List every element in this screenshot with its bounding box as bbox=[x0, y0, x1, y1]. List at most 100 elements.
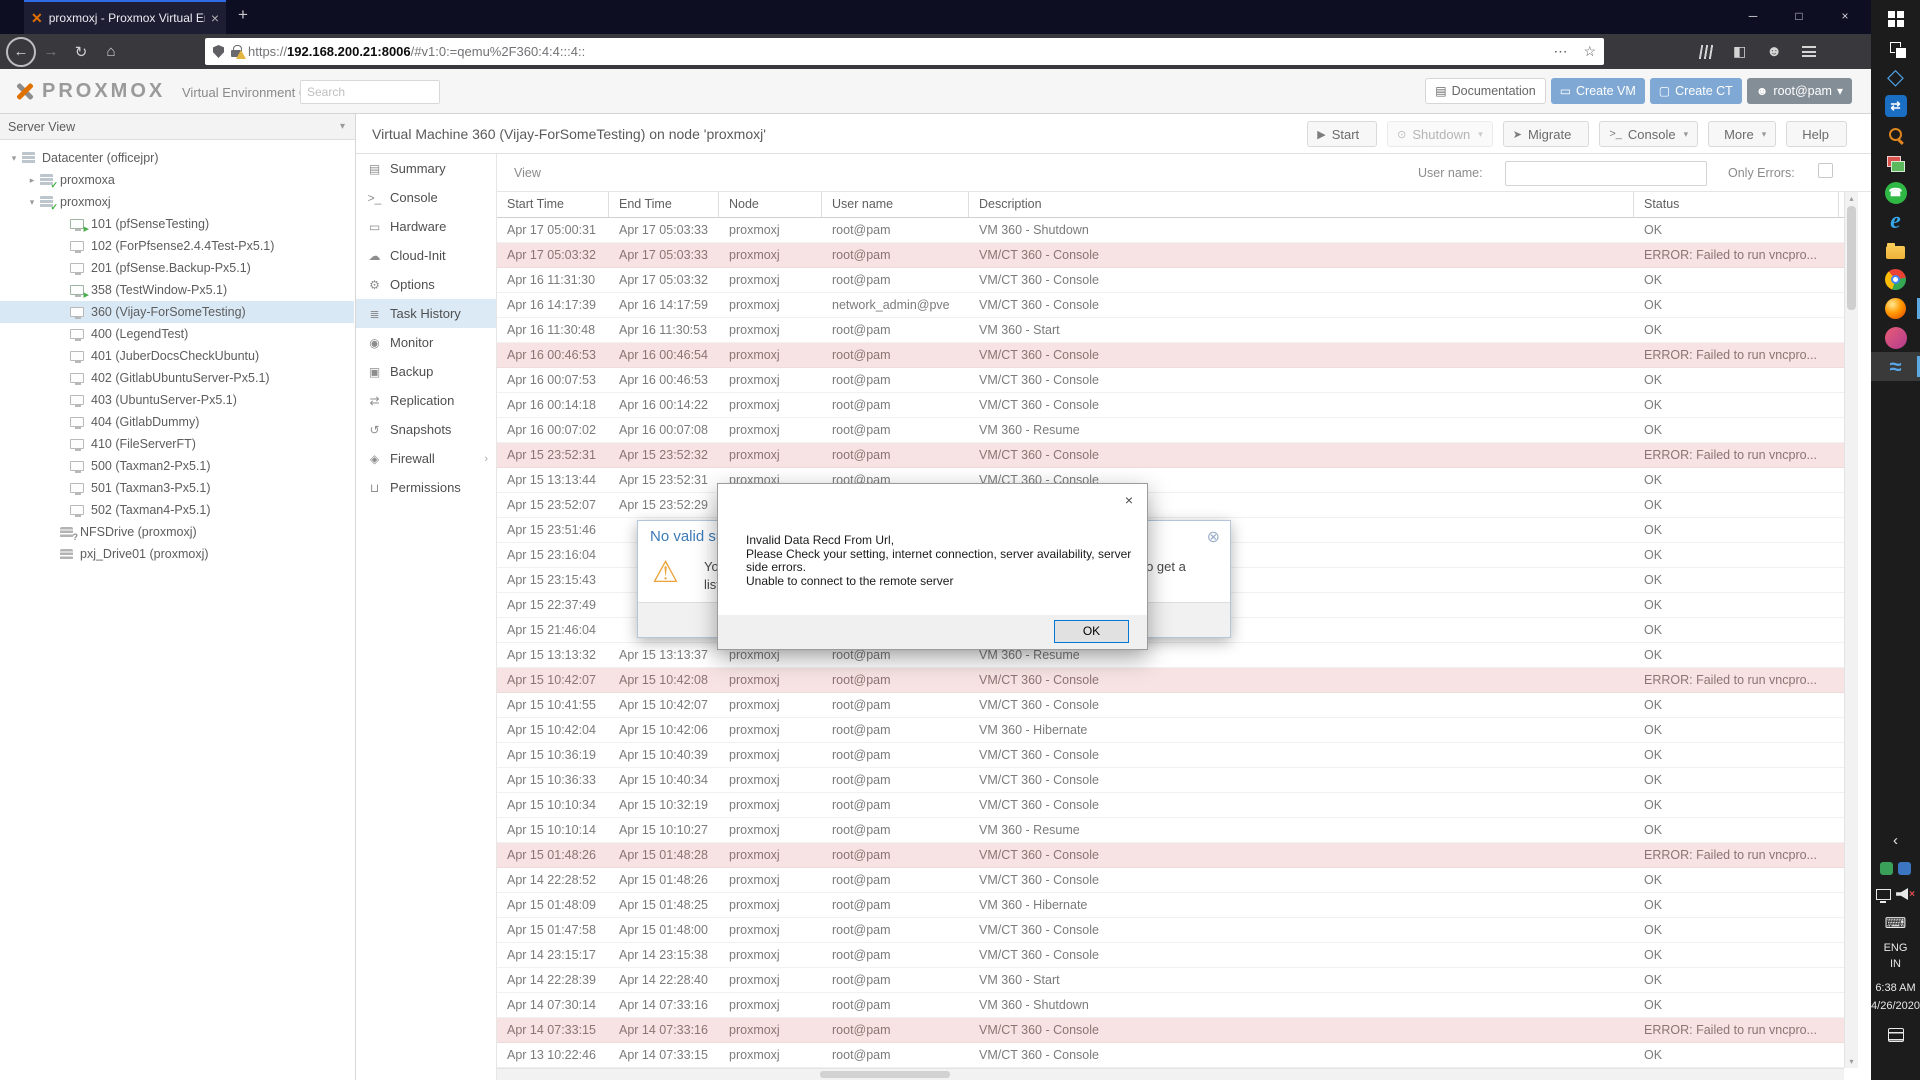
tree-expander-icon[interactable]: ▾ bbox=[26, 197, 38, 208]
column-header[interactable]: End Time bbox=[609, 192, 719, 217]
back-button[interactable]: ← bbox=[6, 36, 36, 67]
tree-item[interactable]: 403 (UbuntuServer-Px5.1) bbox=[0, 389, 354, 411]
nav-item[interactable]: ⊔ Permissions bbox=[356, 473, 496, 502]
tray-expand-icon[interactable]: ‹ bbox=[1871, 832, 1920, 849]
scrollbar-thumb[interactable] bbox=[1847, 206, 1856, 310]
language-indicator[interactable]: ENG bbox=[1871, 942, 1920, 954]
tree-item[interactable]: 360 (Vijay-ForSomeTesting) bbox=[0, 301, 354, 323]
table-row[interactable]: Apr 14 07:33:15 Apr 14 07:33:16 proxmoxj… bbox=[497, 1018, 1844, 1043]
remote-desktop-icon[interactable] bbox=[1871, 149, 1920, 178]
scrollbar-thumb[interactable] bbox=[820, 1071, 950, 1078]
edge-icon[interactable]: e bbox=[1871, 207, 1920, 236]
create-vm-button[interactable]: ▭ Create VM bbox=[1550, 78, 1645, 104]
table-row[interactable]: Apr 15 10:10:14 Apr 15 10:10:27 proxmoxj… bbox=[497, 818, 1844, 843]
volume-muted-icon[interactable] bbox=[1896, 888, 1909, 900]
clock-date[interactable]: 4/26/2020 bbox=[1871, 1000, 1920, 1012]
scroll-down-icon[interactable]: ▾ bbox=[1845, 1057, 1858, 1066]
scroll-up-icon[interactable]: ▴ bbox=[1845, 194, 1858, 203]
nav-item[interactable]: ▤ Summary bbox=[356, 154, 496, 183]
insecure-lock-icon[interactable] bbox=[231, 45, 246, 59]
table-row[interactable]: Apr 14 22:28:52 Apr 15 01:48:26 proxmoxj… bbox=[497, 868, 1844, 893]
vm-action-button[interactable]: ▶ Start bbox=[1307, 121, 1378, 147]
table-row[interactable]: Apr 14 07:30:14 Apr 14 07:33:16 proxmoxj… bbox=[497, 993, 1844, 1018]
whatsapp-icon[interactable]: ☎ bbox=[1871, 178, 1920, 207]
column-header[interactable]: Start Time bbox=[497, 192, 609, 217]
vm-action-button[interactable]: >_ Console ▾ bbox=[1599, 121, 1699, 147]
tree-item[interactable]: 501 (Taxman3-Px5.1) bbox=[0, 477, 354, 499]
url-input[interactable]: https://192.168.200.21:8006/#v1:0:=qemu%… bbox=[205, 38, 1604, 65]
table-row[interactable]: Apr 15 10:10:34 Apr 15 10:32:19 proxmoxj… bbox=[497, 793, 1844, 818]
table-row[interactable]: Apr 15 13:13:44 Apr 15 23:52:31 proxmoxj… bbox=[497, 468, 1844, 493]
search-input[interactable] bbox=[300, 80, 440, 104]
tree-item[interactable]: 404 (GitlabDummy) bbox=[0, 411, 354, 433]
horizontal-scrollbar[interactable] bbox=[497, 1068, 1844, 1080]
tree-item[interactable]: pxj_Drive01 (proxmoxj) bbox=[0, 543, 354, 565]
close-button[interactable]: × bbox=[1822, 0, 1868, 34]
table-row[interactable]: Apr 15 01:47:58 Apr 15 01:48:00 proxmoxj… bbox=[497, 918, 1844, 943]
table-row[interactable]: Apr 15 10:36:19 Apr 15 10:40:39 proxmoxj… bbox=[497, 743, 1844, 768]
chrome-icon[interactable] bbox=[1871, 265, 1920, 294]
table-row[interactable]: Apr 13 10:22:46 Apr 14 07:33:15 proxmoxj… bbox=[497, 1043, 1844, 1068]
server-view-selector[interactable]: Server View ▾ bbox=[0, 114, 355, 140]
nav-item[interactable]: ▣ Backup bbox=[356, 357, 496, 386]
create-ct-button[interactable]: ▢ Create CT bbox=[1649, 78, 1742, 104]
tracking-shield-icon[interactable] bbox=[213, 45, 224, 58]
nav-item[interactable]: >_ Console bbox=[356, 183, 496, 212]
table-row[interactable]: Apr 16 00:14:18 Apr 16 00:14:22 proxmoxj… bbox=[497, 393, 1844, 418]
tray-app-icon[interactable] bbox=[1880, 862, 1893, 875]
forward-button[interactable]: → bbox=[36, 43, 66, 60]
network-icon[interactable] bbox=[1876, 888, 1892, 903]
table-row[interactable]: Apr 15 10:36:33 Apr 15 10:40:34 proxmoxj… bbox=[497, 768, 1844, 793]
vm-action-button[interactable]: ⊙ Shutdown ▾ bbox=[1387, 121, 1493, 147]
nav-item[interactable]: ☁ Cloud-Init bbox=[356, 241, 496, 270]
page-actions-icon[interactable]: ⋯ bbox=[1553, 43, 1567, 60]
table-row[interactable]: Apr 15 13:13:32 Apr 15 13:13:37 proxmoxj… bbox=[497, 643, 1844, 668]
vm-action-button[interactable]: ➤ Migrate bbox=[1502, 121, 1590, 147]
table-row[interactable]: Apr 17 05:03:32 Apr 17 05:03:33 proxmoxj… bbox=[497, 243, 1844, 268]
column-header[interactable]: Node bbox=[719, 192, 822, 217]
table-row[interactable]: Apr 15 10:41:55 Apr 15 10:42:07 proxmoxj… bbox=[497, 693, 1844, 718]
column-header[interactable]: Description bbox=[969, 192, 1634, 217]
tree-item[interactable]: ▾ proxmoxj bbox=[0, 191, 354, 213]
tree-item[interactable]: 400 (LegendTest) bbox=[0, 323, 354, 345]
vnc-viewer-icon[interactable]: ≈ bbox=[1871, 352, 1920, 381]
table-row[interactable]: Apr 17 05:00:31 Apr 17 05:03:33 proxmoxj… bbox=[497, 218, 1844, 243]
tree-item[interactable]: ▾ Datacenter (officejpr) bbox=[0, 147, 354, 169]
vm-action-button[interactable]: More ▾ bbox=[1708, 121, 1777, 147]
table-row[interactable]: Apr 16 00:46:53 Apr 16 00:46:54 proxmoxj… bbox=[497, 343, 1844, 368]
tree-item[interactable]: 410 (FileServerFT) bbox=[0, 433, 354, 455]
sidebar-toggle-icon[interactable]: ◧ bbox=[1733, 43, 1746, 60]
tree-item[interactable]: 358 (TestWindow-Px5.1) bbox=[0, 279, 354, 301]
user-menu-button[interactable]: ☻ root@pam ▾ bbox=[1746, 78, 1852, 104]
ok-button[interactable]: OK bbox=[1054, 620, 1129, 643]
tree-item[interactable]: 401 (JuberDocsCheckUbuntu) bbox=[0, 345, 354, 367]
search-app-icon[interactable] bbox=[1871, 120, 1920, 149]
table-row[interactable]: Apr 15 01:48:09 Apr 15 01:48:25 proxmoxj… bbox=[497, 893, 1844, 918]
table-row[interactable]: Apr 15 23:52:31 Apr 15 23:52:32 proxmoxj… bbox=[497, 443, 1844, 468]
teamviewer-icon[interactable]: ⇄ bbox=[1871, 91, 1920, 120]
task-view-button[interactable] bbox=[1871, 33, 1920, 62]
home-button[interactable]: ⌂ bbox=[96, 43, 126, 60]
action-center-icon[interactable] bbox=[1887, 1028, 1904, 1042]
dialog-close-icon[interactable]: ⊗ bbox=[1207, 527, 1220, 547]
start-button[interactable] bbox=[1871, 4, 1920, 33]
library-icon[interactable] bbox=[1698, 44, 1715, 59]
file-explorer-icon[interactable] bbox=[1871, 236, 1920, 265]
table-row[interactable]: Apr 16 11:31:30 Apr 17 05:03:32 proxmoxj… bbox=[497, 268, 1844, 293]
column-header[interactable]: Status bbox=[1634, 192, 1839, 217]
nav-item[interactable]: ≣ Task History bbox=[356, 299, 496, 328]
table-row[interactable]: Apr 15 01:48:26 Apr 15 01:48:28 proxmoxj… bbox=[497, 843, 1844, 868]
documentation-button[interactable]: ▤ Documentation bbox=[1425, 78, 1546, 104]
view-button[interactable]: View bbox=[507, 163, 548, 183]
bookmark-star-icon[interactable]: ☆ bbox=[1583, 43, 1596, 60]
touch-keyboard-icon[interactable]: ⌨ bbox=[1871, 914, 1920, 932]
table-row[interactable]: Apr 14 22:28:39 Apr 14 22:28:40 proxmoxj… bbox=[497, 968, 1844, 993]
tree-expander-icon[interactable]: ▾ bbox=[8, 153, 20, 164]
table-row[interactable]: Apr 15 23:52:07 Apr 15 23:52:29 OK bbox=[497, 493, 1844, 518]
tree-item[interactable]: NFSDrive (proxmoxj) bbox=[0, 521, 354, 543]
nav-item[interactable]: ◈ Firewall › bbox=[356, 444, 496, 473]
user-name-filter-input[interactable] bbox=[1505, 161, 1707, 186]
table-row[interactable]: Apr 15 10:42:04 Apr 15 10:42:06 proxmoxj… bbox=[497, 718, 1844, 743]
new-tab-button[interactable]: + bbox=[238, 5, 248, 25]
language-indicator[interactable]: IN bbox=[1871, 958, 1920, 970]
